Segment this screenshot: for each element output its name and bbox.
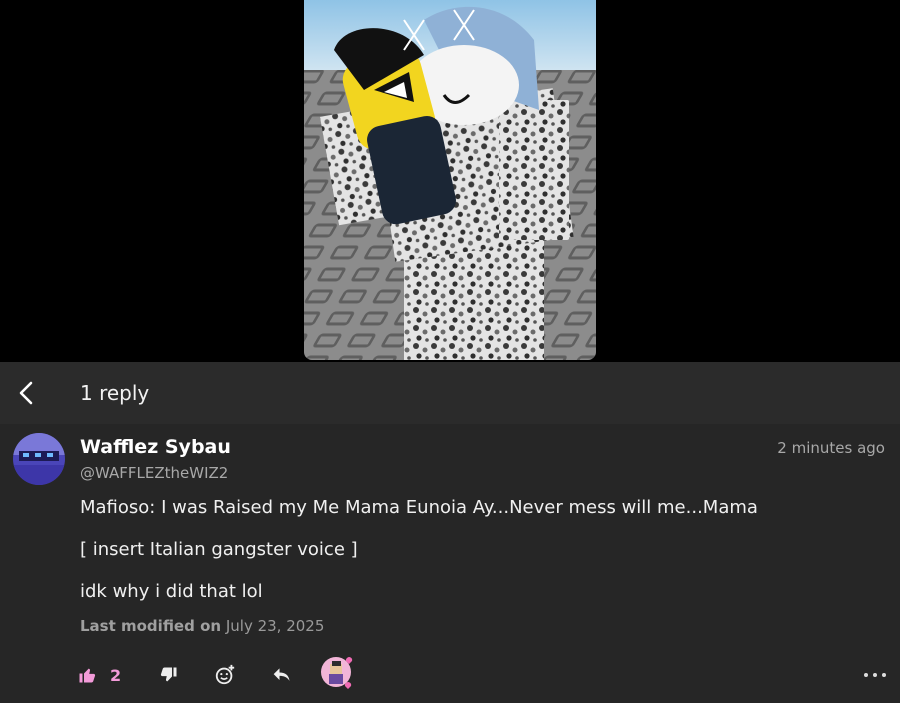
more-icon-dot: [873, 673, 877, 677]
add-reaction-icon: [215, 664, 235, 685]
more-icon: [864, 673, 868, 677]
post-image[interactable]: [304, 0, 596, 360]
comment-text-line: [ insert Italian gangster voice ]: [80, 539, 358, 560]
more-icon-dot: [882, 673, 886, 677]
thumbs-down-icon: [160, 667, 177, 682]
dislike-button[interactable]: [160, 660, 178, 690]
add-reaction-button[interactable]: [214, 660, 236, 690]
last-modified-label: Last modified on: [80, 617, 222, 635]
thumbs-up-icon: [79, 668, 96, 683]
reply-icon: [273, 668, 290, 681]
comment-actions: 2: [0, 656, 900, 696]
reaction-avatar[interactable]: [320, 656, 356, 692]
like-button[interactable]: 2: [78, 660, 121, 690]
comment-text-line: idk why i did that lol: [80, 581, 263, 602]
back-icon: [19, 381, 33, 405]
last-modified-date: July 23, 2025: [225, 617, 325, 635]
comment-text-line: Mafioso: I was Raised my Me Mama Eunoia …: [80, 497, 758, 518]
user-handle: @WAFFLEZtheWIZ2: [80, 464, 229, 482]
reply-button[interactable]: [272, 660, 292, 690]
last-modified: Last modified on July 23, 2025: [80, 617, 324, 635]
reply-count-title: 1 reply: [80, 381, 150, 405]
back-button[interactable]: [12, 378, 40, 408]
comment: Wafflez Sybau @WAFFLEZtheWIZ2 2 minutes …: [0, 424, 900, 703]
like-count: 2: [110, 665, 122, 685]
timestamp: 2 minutes ago: [777, 439, 885, 457]
display-name[interactable]: Wafflez Sybau: [80, 436, 231, 458]
reply-header: 1 reply: [0, 362, 900, 424]
avatar[interactable]: [13, 433, 65, 485]
media-viewer: [0, 0, 900, 362]
more-options-button[interactable]: [864, 667, 886, 683]
